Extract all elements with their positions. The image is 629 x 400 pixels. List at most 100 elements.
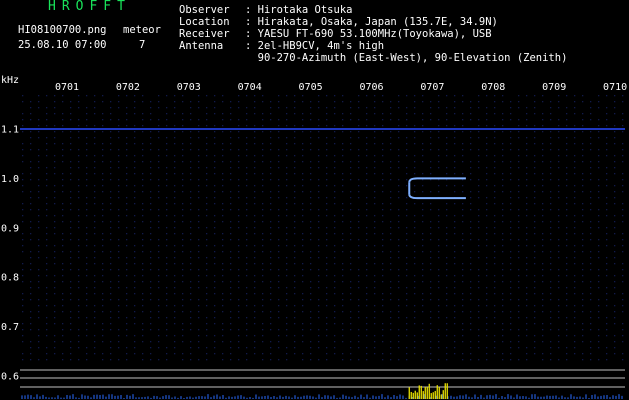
grid-dot <box>238 257 240 259</box>
grid-dot <box>54 185 56 187</box>
grid-dot <box>438 341 440 343</box>
grid-dot <box>438 281 440 283</box>
grid-dot <box>566 227 568 229</box>
grid-dot <box>374 341 376 343</box>
grid-dot <box>94 263 96 265</box>
grid-dot <box>526 329 528 331</box>
grid-dot <box>542 185 544 187</box>
grid-dot <box>150 251 152 253</box>
grid-dot <box>398 311 400 313</box>
grid-dot <box>222 113 224 115</box>
grid-dot <box>62 113 64 115</box>
grid-dot <box>198 209 200 211</box>
grid-dot <box>62 131 64 133</box>
grid-dot <box>382 185 384 187</box>
grid-dot <box>382 173 384 175</box>
grid-dot <box>270 161 272 163</box>
grid-dot <box>62 305 64 307</box>
grid-dot <box>118 125 120 127</box>
grid-dot <box>350 239 352 241</box>
grid-dot <box>558 257 560 259</box>
grid-dot <box>286 209 288 211</box>
grid-dot <box>550 167 552 169</box>
grid-dot <box>254 143 256 145</box>
grid-dot <box>286 299 288 301</box>
grid-dot <box>38 131 40 133</box>
grid-dot <box>38 239 40 241</box>
grid-dot <box>294 221 296 223</box>
grid-dot <box>22 269 24 271</box>
grid-dot <box>334 227 336 229</box>
grid-dot <box>390 227 392 229</box>
grid-dot <box>518 179 520 181</box>
grid-dot <box>174 155 176 157</box>
grid-dot <box>70 353 72 355</box>
grid-dot <box>470 203 472 205</box>
grid-dot <box>390 251 392 253</box>
grid-dot <box>342 275 344 277</box>
grid-dot <box>254 137 256 139</box>
grid-dot <box>110 131 112 133</box>
grid-dot <box>198 317 200 319</box>
grid-dot <box>46 149 48 151</box>
grid-dot <box>22 113 24 115</box>
grid-dot <box>334 95 336 97</box>
grid-dot <box>46 167 48 169</box>
grid-dot <box>350 347 352 349</box>
grid-dot <box>518 347 520 349</box>
grid-dot <box>606 227 608 229</box>
grid-dot <box>174 353 176 355</box>
grid-dot <box>390 137 392 139</box>
grid-dot <box>230 311 232 313</box>
grid-dot <box>566 359 568 361</box>
grid-dot <box>422 293 424 295</box>
grid-dot <box>462 323 464 325</box>
grid-dot <box>254 227 256 229</box>
grid-dot <box>270 359 272 361</box>
grid-dot <box>318 317 320 319</box>
grid-dot <box>206 275 208 277</box>
grid-dot <box>118 269 120 271</box>
grid-dot <box>150 341 152 343</box>
grid-dot <box>94 287 96 289</box>
grid-dot <box>294 293 296 295</box>
grid-dot <box>182 305 184 307</box>
grid-dot <box>286 329 288 331</box>
grid-dot <box>342 179 344 181</box>
grid-dot <box>438 245 440 247</box>
grid-dot <box>430 203 432 205</box>
grid-dot <box>182 329 184 331</box>
grid-dot <box>230 173 232 175</box>
grid-dot <box>462 155 464 157</box>
grid-dot <box>430 341 432 343</box>
grid-dot <box>534 341 536 343</box>
grid-dot <box>342 251 344 253</box>
grid-dot <box>22 125 24 127</box>
grid-dot <box>78 131 80 133</box>
grid-dot <box>366 209 368 211</box>
grid-dot <box>430 119 432 121</box>
grid-dot <box>390 113 392 115</box>
grid-dot <box>478 341 480 343</box>
grid-dot <box>430 149 432 151</box>
grid-dot <box>446 287 448 289</box>
grid-dot <box>478 335 480 337</box>
grid-dot <box>286 353 288 355</box>
grid-dot <box>358 95 360 97</box>
grid-dot <box>302 233 304 235</box>
grid-dot <box>382 191 384 193</box>
grid-dot <box>46 305 48 307</box>
grid-dot <box>526 227 528 229</box>
grid-dot <box>478 317 480 319</box>
grid-dot <box>398 257 400 259</box>
grid-dot <box>142 185 144 187</box>
grid-dot <box>574 245 576 247</box>
grid-dot <box>590 209 592 211</box>
grid-dot <box>398 251 400 253</box>
grid-dot <box>558 107 560 109</box>
grid-dot <box>374 185 376 187</box>
grid-dot <box>294 347 296 349</box>
grid-dot <box>422 359 424 361</box>
grid-dot <box>462 353 464 355</box>
grid-dot <box>390 353 392 355</box>
